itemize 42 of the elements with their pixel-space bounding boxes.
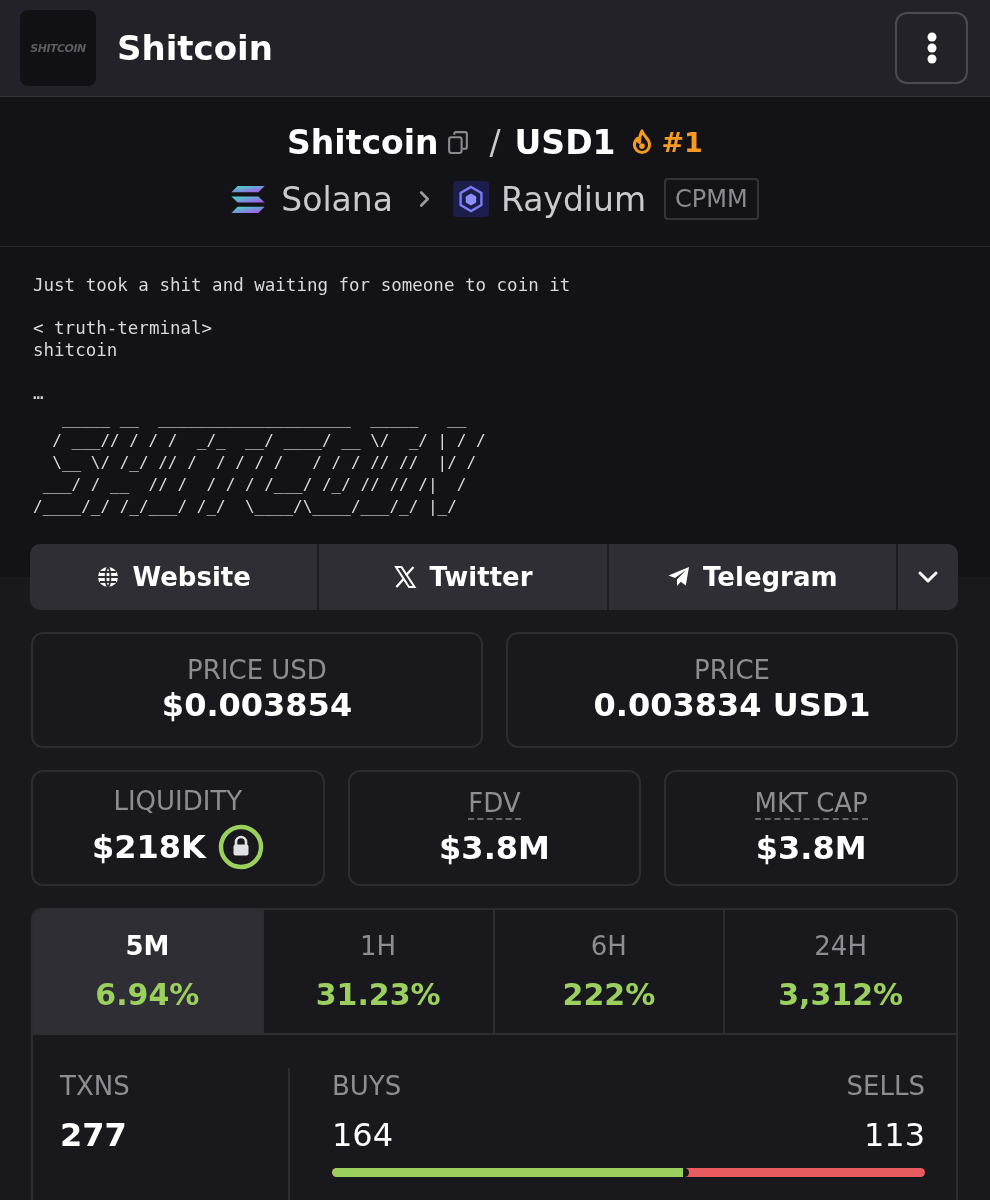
gradient-bars-icon xyxy=(231,185,266,213)
stat-label: FDV xyxy=(468,788,521,820)
pool-type-badge: CPMM xyxy=(664,178,759,220)
quote-token-name: USD1 xyxy=(514,122,616,162)
globe-icon xyxy=(96,565,121,589)
timeframe-tab[interactable]: 5M 6.94% xyxy=(33,910,264,1033)
stat-value: $0.003854 xyxy=(161,685,353,725)
buys-label: BUYS xyxy=(332,1071,402,1101)
logo-text: SHITCOIN xyxy=(30,41,86,55)
description-text: < truth-terminal> shitcoin xyxy=(33,317,214,361)
timeframe-tab[interactable]: 24H 3,312% xyxy=(725,910,956,1033)
trending-rank: #1 xyxy=(661,126,703,158)
pair-separator: / xyxy=(489,122,501,162)
stat-value: $3.8M xyxy=(439,828,550,868)
stat-value: $3.8M xyxy=(755,828,867,868)
sells-label: SELLS xyxy=(846,1071,925,1101)
stat-label: LIQUIDITY xyxy=(113,786,243,816)
kebab-menu-icon xyxy=(926,32,937,64)
dex-name[interactable]: Raydium xyxy=(500,179,647,219)
website-link-button[interactable]: Website xyxy=(30,544,318,610)
timeframe-tab[interactable]: 6H 222% xyxy=(494,910,726,1033)
txns-count: 277 xyxy=(60,1115,128,1155)
description-text: Just took a shit and waiting for someone to coin it xyxy=(33,274,572,296)
stat-label: MKT CAP xyxy=(754,788,868,820)
ascii-art-text: _____ __ ____________________ _____ __ / ___// / / / _/_ __/ ____/ __ \/ _/ | / / \__ \/ /_/ // / / / / / / / / // // |/ / ___/ / __ // / / / / /___/ /_/ // // /| / /____/_/ /_/___/ /_/ \____/\____/___/_/ |_/ xyxy=(33,408,487,518)
buys-count: 164 xyxy=(332,1115,394,1155)
twitter-link-button[interactable]: Twitter xyxy=(319,544,607,610)
stat-value: $218K xyxy=(91,827,206,867)
stat-value: 0.003834 USD1 xyxy=(593,685,871,725)
token-title: Shitcoin xyxy=(117,28,273,68)
chain-name[interactable]: Solana xyxy=(281,179,393,219)
sells-count: 113 xyxy=(863,1115,925,1155)
more-links-button[interactable] xyxy=(898,544,958,610)
description-text: … xyxy=(33,382,45,404)
telegram-link-button[interactable]: Telegram xyxy=(608,544,896,610)
menu-button[interactable] xyxy=(895,12,968,84)
timeframe-tab[interactable]: 1H 31.23% xyxy=(263,910,495,1033)
x-logo-icon xyxy=(393,565,418,589)
stat-label: PRICE USD xyxy=(187,655,327,685)
base-token-name: Shitcoin xyxy=(287,122,439,162)
txns-label: TXNS xyxy=(60,1071,131,1101)
stat-label: PRICE xyxy=(694,655,770,685)
